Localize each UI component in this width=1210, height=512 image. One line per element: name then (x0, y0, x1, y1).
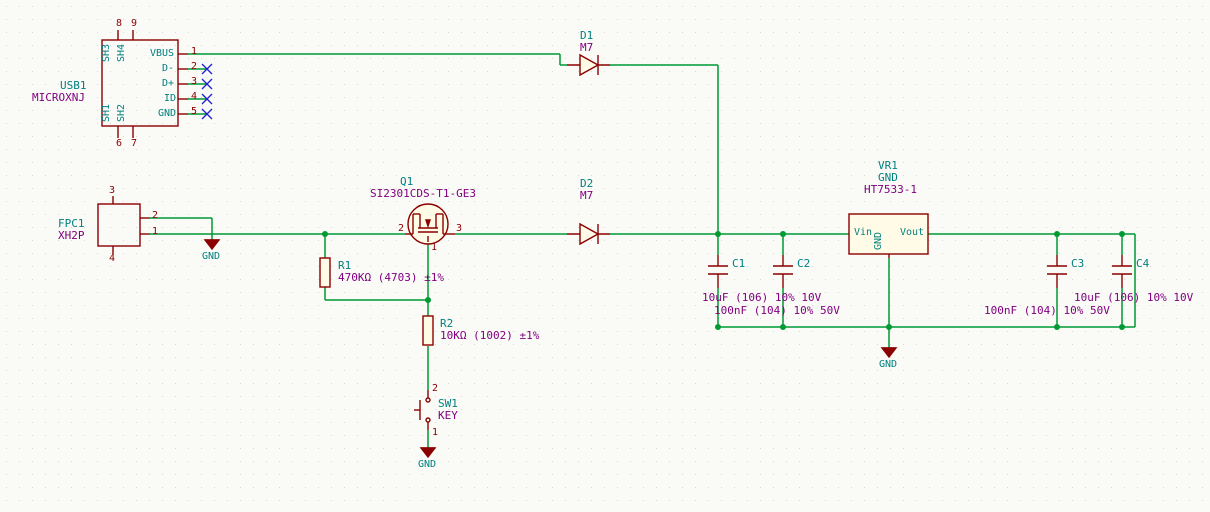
fpc-p1: 1 (152, 227, 158, 237)
usb-pin6: 6 (116, 139, 122, 149)
sw1-val: KEY (438, 410, 458, 421)
fpc-ref: FPC1 (58, 218, 85, 229)
q1-val: SI2301CDS-T1-GE3 (370, 188, 476, 199)
mosfet-q1 (405, 204, 455, 244)
usb-dm: D- (162, 64, 174, 74)
usb-sh4: SH4 (117, 44, 127, 62)
cap-c1 (708, 255, 728, 288)
usb-sh3: SH3 (102, 44, 112, 62)
r2-ref: R2 (440, 318, 453, 329)
c4-ref: C4 (1136, 258, 1149, 269)
sw1-ref: SW1 (438, 398, 458, 409)
switch-sw1 (414, 390, 430, 430)
c3-ref: C3 (1071, 258, 1084, 269)
gnd-fpc: GND (202, 252, 220, 262)
c3-val: 100nF (104) 10% 50V (984, 305, 1110, 316)
usb-pin5: 5 (191, 107, 197, 117)
usb-pin2: 2 (191, 62, 197, 72)
resistor-r1 (320, 258, 330, 287)
r1-ref: R1 (338, 260, 351, 271)
fpc-p3: 3 (109, 186, 115, 196)
d1-ref: D1 (580, 30, 593, 41)
fpc-p2: 2 (152, 211, 158, 221)
d2-ref: D2 (580, 178, 593, 189)
usb-sh2: SH2 (117, 104, 127, 122)
schematic-canvas (0, 0, 1210, 512)
usb-vbus: VBUS (150, 49, 174, 59)
gnd-sw: GND (418, 460, 436, 470)
q1-p3: 3 (456, 224, 462, 234)
r2-val: 10KΩ (1002) ±1% (440, 330, 539, 341)
usb-pin3: 3 (191, 77, 197, 87)
vr1-vout: Vout (900, 228, 924, 238)
sw1-p2: 2 (432, 384, 438, 394)
usb-id: ID (164, 94, 176, 104)
usb-gnd: GND (158, 109, 176, 119)
usb-dp: D+ (162, 79, 174, 89)
r1-val: 470KΩ (4703) ±1% (338, 272, 444, 283)
fpc-val: XH2P (58, 230, 85, 241)
c1-ref: C1 (732, 258, 745, 269)
usb-sh1: SH1 (102, 104, 112, 122)
diode-d2 (567, 224, 610, 244)
usb-ref: USB1 (60, 80, 87, 91)
fpc-p4: 4 (109, 254, 115, 264)
cap-c3 (1047, 255, 1067, 288)
q1-ref: Q1 (400, 176, 413, 187)
vr1-val: HT7533-1 (864, 184, 917, 195)
q1-p1: 1 (431, 243, 437, 253)
c2-ref: C2 (797, 258, 810, 269)
vr1-gndlabel: GND (878, 172, 898, 183)
usb-pin4: 4 (191, 92, 197, 102)
c4-val: 10uF (106) 10% 10V (1074, 292, 1193, 303)
cap-c4 (1112, 255, 1132, 288)
gnd-vr: GND (879, 360, 897, 370)
d2-val: M7 (580, 190, 593, 201)
diode-d1 (567, 55, 610, 75)
resistor-r2 (423, 316, 433, 345)
vr1-ref: VR1 (878, 160, 898, 171)
usb-pin1: 1 (191, 47, 197, 57)
c1-val: 10uF (106) 10% 10V (702, 292, 821, 303)
usb-val: MICROXNJ (32, 92, 85, 103)
vr1-pingnd: GND (874, 232, 884, 250)
c2-val: 100nF (104) 10% 50V (714, 305, 840, 316)
d1-val: M7 (580, 42, 593, 53)
usb-pin8: 8 (116, 19, 122, 29)
usb-pin9: 9 (131, 19, 137, 29)
sw1-p1: 1 (432, 428, 438, 438)
cap-c2 (773, 255, 793, 288)
vr1-vin: Vin (854, 228, 872, 238)
q1-p2: 2 (398, 224, 404, 234)
usb-pin7: 7 (131, 139, 137, 149)
